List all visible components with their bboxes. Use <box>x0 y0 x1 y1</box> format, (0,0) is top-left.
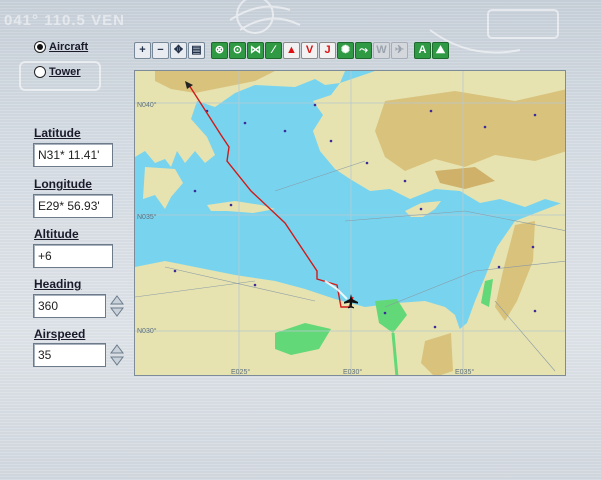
heading-spinner[interactable] <box>110 295 124 317</box>
highland-turkey <box>375 89 565 171</box>
toolbar-separator <box>206 42 210 60</box>
aircraft-radio-label: Aircraft <box>49 41 89 53</box>
traffic-icon: ✈ <box>394 44 405 56</box>
zoom-out-button[interactable]: − <box>152 42 169 59</box>
center-button[interactable]: ✥ <box>170 42 187 59</box>
altitude-field[interactable]: +6 <box>33 244 113 268</box>
grid-label-lon-mid: E030° <box>343 368 362 376</box>
vor-button[interactable]: ⊗ <box>211 42 228 59</box>
grid-label-lat-bottom: N030° <box>137 327 157 335</box>
weather-button[interactable]: W <box>373 42 390 59</box>
longitude-field[interactable]: E29* 56.93' <box>33 194 113 218</box>
jet-airways-button[interactable]: J <box>319 42 336 59</box>
zoom-in-button[interactable]: + <box>134 42 151 59</box>
airport-icon: ✺ <box>340 44 351 56</box>
grid-label-lat-top: N040° <box>137 101 157 109</box>
map-view[interactable]: N040° N035° N030° E025° E030° E035° <box>134 70 566 376</box>
printer-icon: ▤ <box>191 44 202 56</box>
waypoint-icon: ▲ <box>286 44 297 56</box>
toolbar-separator <box>409 42 413 60</box>
victor-airway-icon: V <box>305 44 314 56</box>
aircraft-radio[interactable]: Aircraft <box>34 41 88 53</box>
latitude-field[interactable]: N31* 11.41' <box>33 143 113 167</box>
labels-icon: A <box>418 44 427 56</box>
grid-label-lat-mid: N035° <box>137 213 157 221</box>
route-button[interactable]: ∕ <box>265 42 282 59</box>
tower-radio-label: Tower <box>49 66 81 78</box>
grid-label-lon-right: E035° <box>455 368 474 376</box>
ils-button[interactable]: ⋈ <box>247 42 264 59</box>
tower-radio-indicator[interactable] <box>34 66 46 78</box>
flight-path-button[interactable]: ⤳ <box>355 42 372 59</box>
airspeed-field[interactable]: 35 <box>33 343 106 367</box>
ndb-button[interactable]: ⊙ <box>229 42 246 59</box>
terrain-icon: ⛰ <box>435 44 446 56</box>
flight-path-icon: ⤳ <box>359 44 368 56</box>
airspeed-spinner[interactable] <box>110 344 124 366</box>
weather-icon: W <box>376 44 387 56</box>
ils-icon: ⋈ <box>250 44 261 56</box>
map-canvas[interactable]: N040° N035° N030° E025° E030° E035° <box>135 71 566 376</box>
crosshair-icon: ✥ <box>173 44 184 56</box>
zoom-out-icon: − <box>157 44 164 56</box>
altitude-label: Altitude <box>34 227 79 241</box>
route-icon: ∕ <box>272 44 275 56</box>
background-readout: 041° 110.5 VEN <box>4 12 125 29</box>
airport-button[interactable]: ✺ <box>337 42 354 59</box>
map-toolbar: + − ✥ ▤ ⊗ ⊙ ⋈ ∕ ▲ V J ✺ ⤳ W ✈ A ⛰ <box>134 42 449 60</box>
labels-button[interactable]: A <box>414 42 431 59</box>
zoom-in-icon: + <box>139 44 146 56</box>
longitude-label: Longitude <box>34 177 92 191</box>
ndb-icon: ⊙ <box>232 44 243 56</box>
tower-radio[interactable]: Tower <box>34 66 81 78</box>
heading-field[interactable]: 360 <box>33 294 106 318</box>
latitude-label: Latitude <box>34 126 81 140</box>
victor-airways-button[interactable]: V <box>301 42 318 59</box>
grid-label-lon-left: E025° <box>231 368 250 376</box>
airspeed-label: Airspeed <box>34 327 86 341</box>
jet-airway-icon: J <box>324 44 331 56</box>
aircraft-radio-indicator[interactable] <box>34 41 46 53</box>
terrain-button[interactable]: ⛰ <box>432 42 449 59</box>
print-button[interactable]: ▤ <box>188 42 205 59</box>
vor-icon: ⊗ <box>214 44 225 56</box>
waypoint-button[interactable]: ▲ <box>283 42 300 59</box>
traffic-button[interactable]: ✈ <box>391 42 408 59</box>
heading-label: Heading <box>34 277 82 291</box>
